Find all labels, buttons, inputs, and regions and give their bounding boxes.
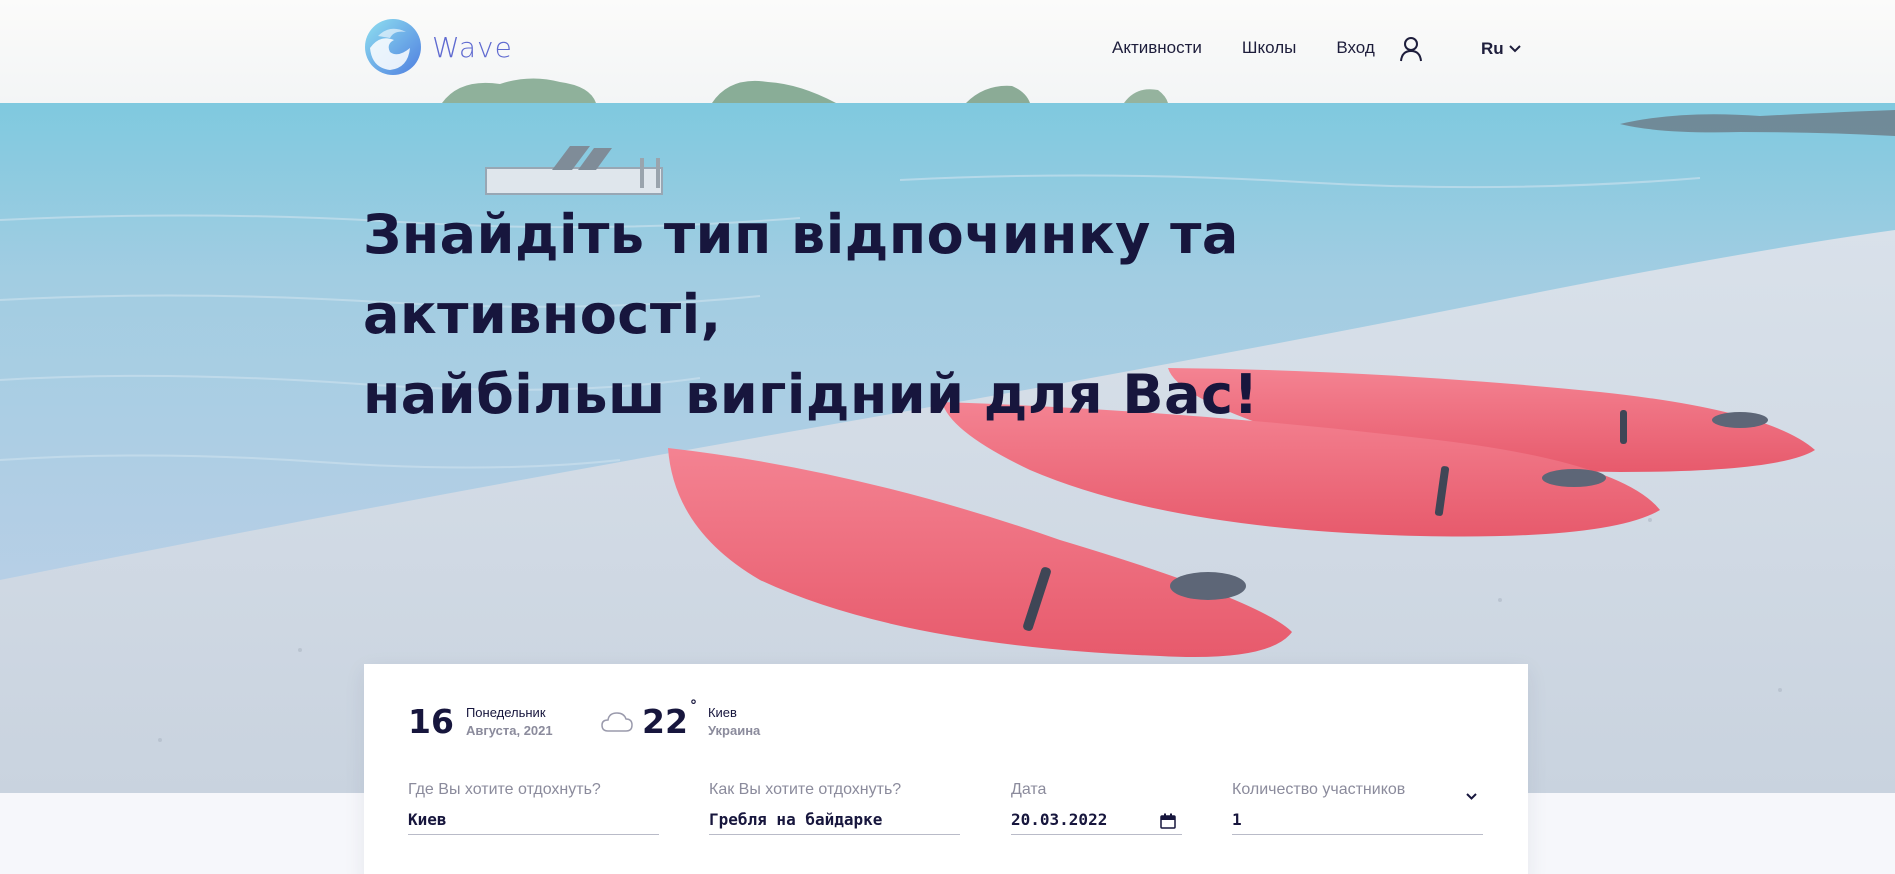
where-field: Где Вы хотите отдохнуть? Киев: [408, 781, 659, 835]
logo-text: Wave: [432, 30, 513, 64]
date-day: 16: [408, 702, 454, 741]
weather-country: Украина: [707, 722, 761, 738]
nav-schools-link[interactable]: Школы: [1242, 38, 1296, 58]
calendar-icon[interactable]: [1160, 813, 1176, 829]
site-header: Wave Активности Школы Вход Ru: [0, 0, 1895, 103]
cloud-icon: [601, 711, 633, 732]
hero-headline-line1: Знайдіть тип відпочинку та активності,: [363, 203, 1239, 346]
how-input[interactable]: Гребля на байдарке: [709, 807, 960, 835]
language-label: Ru: [1481, 39, 1504, 58]
weather-widget: 22 ° Киев Украина: [600, 698, 760, 741]
weather-temperature: 22 °: [642, 698, 697, 741]
how-label: Как Вы хотите отдохнуть?: [709, 781, 902, 798]
user-icon[interactable]: [1399, 36, 1423, 62]
date-month-year: Августа, 2021: [465, 722, 553, 738]
main-nav: Активности Школы Вход: [1112, 38, 1375, 58]
how-field: Как Вы хотите отдохнуть? Гребля на байда…: [709, 781, 960, 835]
language-selector[interactable]: Ru: [1481, 39, 1521, 59]
participants-select[interactable]: 1: [1232, 793, 1483, 835]
hero-headline-line2: найбільш вигідний для Вас!: [363, 363, 1259, 426]
date-weekday: Понедельник: [465, 704, 546, 720]
date-input-value: 20.03.2022: [1011, 810, 1108, 829]
participants-label: Количество участников: [1232, 781, 1406, 798]
chevron-down-icon: [1466, 793, 1477, 800]
weather-city: Киев: [707, 704, 737, 720]
where-label: Где Вы хотите отдохнуть?: [408, 781, 601, 798]
degree-symbol: °: [689, 698, 697, 714]
date-meta: Понедельник Августа, 2021: [466, 704, 553, 740]
participants-field: Количество участников 1: [1232, 781, 1483, 835]
temperature-value: 22: [642, 702, 688, 741]
wave-logo-icon: [365, 19, 421, 75]
search-card: 16 Понедельник Августа, 2021 22 ° Киев Ук…: [364, 664, 1528, 874]
date-label: Дата: [1011, 781, 1047, 798]
participants-value: 1: [1232, 810, 1242, 829]
date-field: Дата 20.03.2022: [1011, 781, 1182, 835]
hero-headline: Знайдіть тип відпочинку та активності, н…: [363, 195, 1563, 435]
nav-login-link[interactable]: Вход: [1336, 38, 1374, 58]
where-input[interactable]: Киев: [408, 807, 659, 835]
logo[interactable]: Wave: [364, 18, 513, 76]
chevron-down-icon: [1508, 45, 1521, 53]
weather-location: Киев Украина: [708, 704, 760, 740]
nav-activities-link[interactable]: Активности: [1112, 38, 1202, 58]
date-input[interactable]: 20.03.2022: [1011, 807, 1182, 835]
date-widget: 16 Понедельник Августа, 2021: [408, 702, 553, 741]
